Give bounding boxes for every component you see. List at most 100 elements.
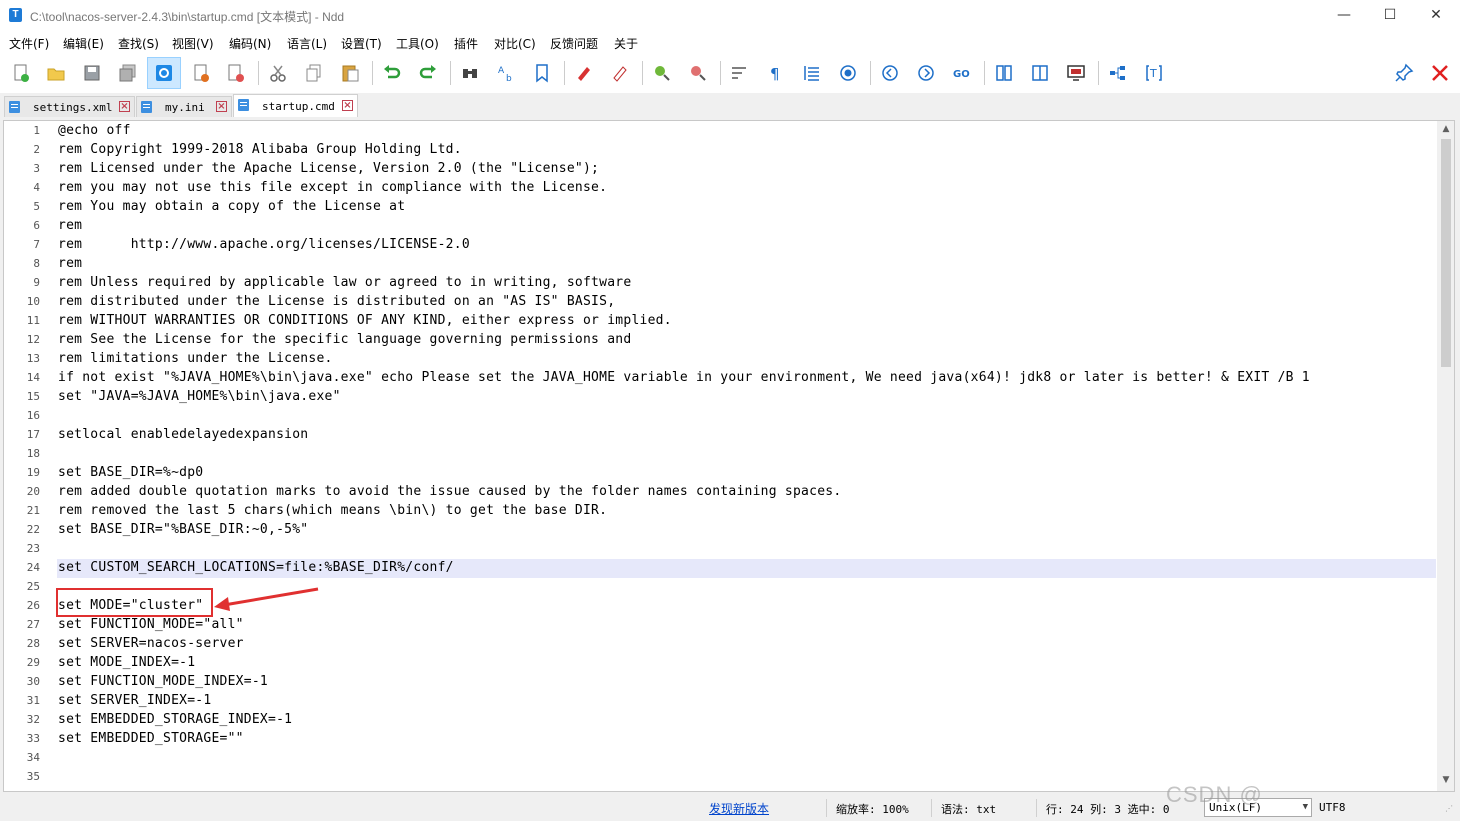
new-file-icon[interactable] [11, 63, 31, 83]
code-line[interactable]: set BASE_DIR="%BASE_DIR:~0,-5%" [58, 520, 308, 539]
code-line[interactable]: @echo off [58, 121, 131, 140]
code-line[interactable]: set EMBEDDED_STORAGE_INDEX=-1 [58, 710, 292, 729]
undo-icon[interactable] [382, 63, 402, 83]
scroll-thumb[interactable] [1441, 139, 1451, 367]
cut-icon[interactable] [268, 63, 288, 83]
close-all-icon[interactable] [226, 63, 246, 83]
code-line[interactable]: rem You may obtain a copy of the License… [58, 197, 405, 216]
zoom-out-icon[interactable] [688, 63, 708, 83]
monitor-icon[interactable] [1066, 63, 1086, 83]
replace-icon[interactable]: Ab [496, 63, 516, 83]
word-wrap-icon[interactable] [730, 63, 750, 83]
menu-feedback[interactable]: 反馈问题 [550, 35, 598, 52]
menu-compare[interactable]: 对比(C) [494, 35, 536, 52]
menu-language[interactable]: 语言(L) [287, 35, 327, 52]
code-line[interactable]: rem [58, 254, 82, 273]
editor[interactable]: 1 2 3 4 5 6 7 8 9 10 11 12 13 14 15 16 17 18 19 20 21 22 23 24 2… [3, 120, 1455, 792]
code-line[interactable]: set EMBEDDED_STORAGE="" [58, 729, 244, 748]
code-line[interactable]: rem See the License for the specific lan… [58, 330, 631, 349]
menu-about[interactable]: 关于 [614, 35, 638, 52]
marker-icon[interactable] [574, 63, 594, 83]
code-line[interactable]: set "JAVA=%JAVA_HOME%\bin\java.exe" [58, 387, 341, 406]
scroll-down-icon[interactable]: ▼ [1441, 775, 1451, 787]
open-folder-icon[interactable] [46, 63, 66, 83]
menu-view[interactable]: 视图(V) [172, 35, 214, 52]
text-tool-icon[interactable]: T [1144, 63, 1164, 83]
prev-icon[interactable] [880, 63, 900, 83]
code-line[interactable]: set FUNCTION_MODE="all" [58, 615, 244, 634]
menu-tools[interactable]: 工具(O) [396, 35, 439, 52]
code-line[interactable]: set BASE_DIR=%~dp0 [58, 463, 203, 482]
find-icon[interactable] [460, 63, 480, 83]
code-line[interactable]: rem Copyright 1999-2018 Alibaba Group Ho… [58, 140, 462, 159]
indent-guide-icon[interactable] [802, 63, 822, 83]
maximize-button[interactable]: ☐ [1367, 0, 1413, 31]
tab-startup-cmd[interactable]: startup.cmd × [233, 94, 358, 117]
close-icon[interactable]: × [216, 101, 227, 112]
goto-icon[interactable]: GO [952, 63, 972, 83]
code-line[interactable]: set SERVER_INDEX=-1 [58, 691, 211, 710]
menu-search[interactable]: 查找(S) [118, 35, 159, 52]
code-line[interactable]: rem http://www.apache.org/licenses/LICEN… [58, 235, 470, 254]
code-line[interactable]: rem you may not use this file except in … [58, 178, 607, 197]
code-line[interactable]: rem distributed under the License is dis… [58, 292, 615, 311]
menu-settings[interactable]: 设置(T) [341, 35, 382, 52]
menu-file[interactable]: 文件(F) [9, 35, 49, 52]
line-number: 17 [26, 428, 40, 441]
bookmark-icon[interactable] [532, 63, 552, 83]
code-line[interactable]: setlocal enabledelayedexpansion [58, 425, 308, 444]
next-icon[interactable] [916, 63, 936, 83]
code-line[interactable]: set FUNCTION_MODE_INDEX=-1 [58, 672, 268, 691]
zoom-status: 缩放率: 100% [836, 803, 909, 816]
record-icon[interactable] [838, 63, 858, 83]
tab-settings-xml[interactable]: settings.xml × [4, 96, 135, 117]
zoom-in-icon[interactable] [652, 63, 672, 83]
pin-icon[interactable] [1394, 63, 1414, 83]
vertical-scrollbar[interactable]: ▲ ▼ [1437, 121, 1454, 791]
code-line[interactable]: if not exist "%JAVA_HOME%\bin\java.exe" … [58, 368, 1310, 387]
code-line[interactable]: rem Licensed under the Apache License, V… [58, 159, 599, 178]
tree-icon[interactable] [1108, 63, 1128, 83]
text-mode-icon[interactable] [147, 57, 181, 89]
redo-icon[interactable] [418, 63, 438, 83]
code-line[interactable]: rem WITHOUT WARRANTIES OR CONDITIONS OF … [58, 311, 672, 330]
language-status: 语法: txt [941, 803, 997, 816]
code-line[interactable]: rem removed the last 5 chars(which means… [58, 501, 607, 520]
menu-edit[interactable]: 编辑(E) [63, 35, 104, 52]
compare-icon[interactable] [994, 63, 1014, 83]
code-line[interactable]: rem limitations under the License. [58, 349, 333, 368]
line-number: 28 [26, 637, 40, 650]
app-icon: T [9, 8, 22, 22]
copy-icon[interactable] [304, 63, 324, 83]
scroll-up-icon[interactable]: ▲ [1441, 124, 1451, 136]
menu-plugins[interactable]: 插件 [454, 35, 478, 52]
code-line[interactable]: rem Unless required by applicable law or… [58, 273, 631, 292]
line-number: 10 [26, 295, 40, 308]
code-line[interactable]: rem added double quotation marks to avoi… [58, 482, 841, 501]
paste-icon[interactable] [340, 63, 360, 83]
chevron-down-icon: ▼ [1302, 802, 1308, 812]
close-button[interactable]: ✕ [1413, 0, 1459, 31]
line-number: 14 [26, 371, 40, 384]
line-number: 8 [33, 257, 40, 270]
save-all-icon[interactable] [118, 63, 138, 83]
close-panel-icon[interactable] [1430, 63, 1450, 83]
code-line[interactable]: set MODE_INDEX=-1 [58, 653, 195, 672]
close-file-icon[interactable] [191, 63, 211, 83]
split-view-icon[interactable] [1030, 63, 1050, 83]
code-line[interactable]: set CUSTOM_SEARCH_LOCATIONS=file:%BASE_D… [58, 558, 454, 577]
close-icon[interactable]: × [342, 100, 353, 111]
minimize-button[interactable]: — [1321, 0, 1367, 31]
resize-grip-icon[interactable]: ⋰ [1445, 804, 1453, 813]
close-icon[interactable]: × [119, 101, 130, 112]
save-icon[interactable] [82, 63, 102, 83]
update-link[interactable]: 发现新版本 [709, 800, 769, 817]
eraser-icon[interactable] [610, 63, 630, 83]
code-line[interactable]: rem [58, 216, 82, 235]
code-line[interactable]: set SERVER=nacos-server [58, 634, 244, 653]
show-symbols-icon[interactable]: ¶ [766, 63, 786, 83]
menu-encoding[interactable]: 编码(N) [229, 35, 271, 52]
line-number: 1 [33, 124, 40, 137]
line-number: 3 [33, 162, 40, 175]
tab-my-ini[interactable]: my.ini × [136, 96, 232, 117]
